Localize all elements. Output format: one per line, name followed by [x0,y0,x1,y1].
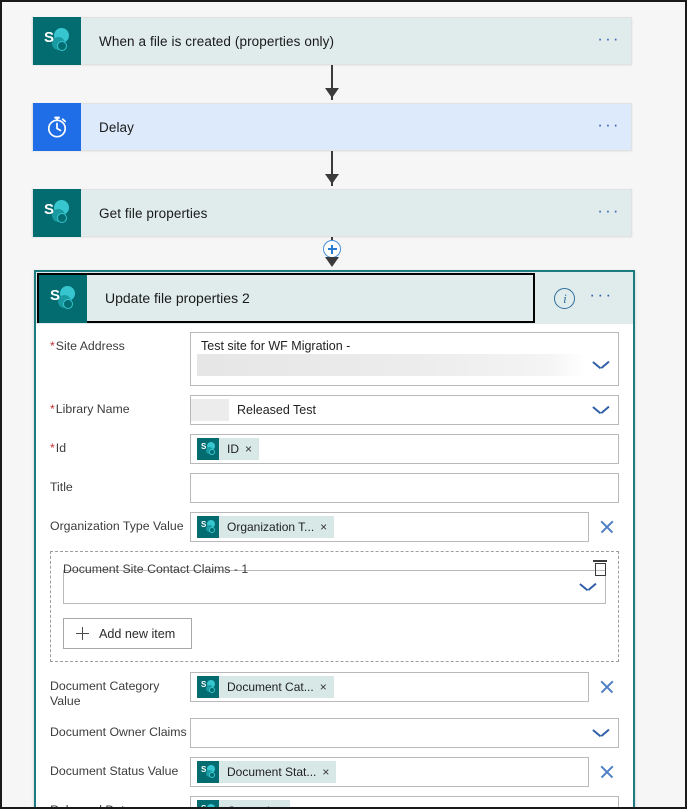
sharepoint-icon: S [197,438,219,460]
field-label-document-status-value: Document Status Value [50,764,179,778]
action-title: Update file properties 2 [105,290,250,306]
sharepoint-icon: S [197,800,219,807]
id-input[interactable]: S ID × [190,434,619,464]
organization-type-value-input[interactable]: S Organization T... × [190,512,589,542]
dynamic-content-token[interactable]: S Document Stat... × [197,761,337,783]
field-label-title: Title [50,480,73,494]
flow-canvas: S When a file is created (properties onl… [2,2,685,807]
site-address-redacted-url [197,354,586,376]
document-status-value-input[interactable]: S Document Stat... × [190,757,589,787]
token-label: Created [219,804,274,807]
document-owner-claims-dropdown[interactable] [190,718,619,748]
action-header-buttons: i ··· [535,272,633,324]
field-label-library-name: *Library Name [50,402,130,416]
step-title: Delay [99,119,135,135]
step-menu-button[interactable]: ··· [587,104,631,150]
flow-step-card-trigger[interactable]: S When a file is created (properties onl… [32,17,632,65]
clear-field-icon[interactable] [599,679,615,695]
info-icon[interactable]: i [554,287,576,309]
required-asterisk: * [50,402,55,416]
form-row-document-owner-claims: Document Owner Claims [50,718,619,748]
connector-arrow-2 [325,174,339,184]
token-remove-icon[interactable]: × [318,521,334,533]
flow-step-card-delay[interactable]: Delay ··· [32,103,632,151]
step-icon-container: S [33,17,81,65]
sharepoint-icon: S [197,761,219,783]
step-menu-button[interactable]: ··· [587,190,631,236]
site-address-dropdown[interactable]: Test site for WF Migration - [190,332,619,386]
action-menu-button[interactable]: ··· [589,285,613,311]
form-row-organization-type-value: Organization Type Value S Organization T… [50,512,619,542]
required-asterisk: * [50,441,55,455]
chevron-down-icon[interactable] [593,406,608,415]
token-label: Organization T... [227,520,315,534]
step-icon-container [33,103,81,151]
connector-arrow-3 [325,257,339,267]
site-address-value: Test site for WF Migration - [201,339,351,353]
released-date-input[interactable]: S Created × [190,796,619,807]
dynamic-content-token[interactable]: S ID × [197,438,260,460]
token-remove-icon[interactable]: × [320,766,336,778]
token-remove-icon[interactable]: × [243,443,259,455]
token-label: ID [227,442,239,456]
form-row-document-category-value: Document Category Value S Document Cat..… [50,672,619,709]
chevron-down-icon[interactable] [593,361,608,370]
flow-step-card-get-file-properties[interactable]: S Get file properties ··· [32,189,632,237]
plus-icon [76,627,89,640]
insert-step-button[interactable] [323,240,341,258]
action-card-header: S Update file properties 2 i ··· [36,272,633,324]
chevron-down-icon[interactable] [580,583,595,592]
clear-field-icon[interactable] [599,519,615,535]
connector-arrow-1 [325,88,339,98]
step-title: When a file is created (properties only) [99,33,335,49]
sharepoint-icon: S [39,275,87,323]
step-icon-container: S [39,275,87,323]
form-row-title: Title [50,473,619,503]
clear-field-icon[interactable] [599,764,615,780]
required-asterisk: * [50,339,55,353]
library-name-dropdown[interactable]: Released Test [190,395,619,425]
library-name-value: Released Test [237,403,316,417]
action-title-focus-region[interactable]: S Update file properties 2 [37,273,535,323]
form-row-released-date: Released Date S Created × [50,796,619,807]
document-category-value-input[interactable]: S Document Cat... × [190,672,589,702]
form-row-id: *Id S ID × [50,434,619,464]
stopwatch-icon [33,103,81,151]
field-label-document-category-value: Document Category Value [50,679,160,708]
token-remove-icon[interactable]: × [318,681,334,693]
form-row-document-status-value: Document Status Value S Document Stat...… [50,757,619,787]
dynamic-content-token[interactable]: S Organization T... × [197,516,335,538]
field-label-document-owner-claims: Document Owner Claims [50,725,187,739]
group-label: Document Site Contact Claims - 1 [63,562,249,576]
selected-action-card[interactable]: S Update file properties 2 i ··· *Site A… [34,270,635,807]
library-name-redacted-prefix [191,399,229,421]
sharepoint-icon: S [197,516,219,538]
step-title: Get file properties [99,205,208,221]
token-label: Document Stat... [227,765,317,779]
flow-designer-page: S When a file is created (properties onl… [0,0,687,809]
dynamic-content-token[interactable]: S Created × [197,800,290,807]
field-label-site-address: *Site Address [50,339,125,353]
sharepoint-icon: S [33,17,81,65]
chevron-down-icon[interactable] [593,729,608,738]
action-card-body: *Site Address Test site for WF Migration… [36,324,633,807]
add-new-item-button[interactable]: Add new item [63,618,193,649]
sharepoint-icon: S [33,189,81,237]
title-input[interactable] [190,473,619,503]
step-menu-button[interactable]: ··· [587,18,631,64]
add-new-item-label: Add new item [99,626,176,641]
dynamic-content-token[interactable]: S Document Cat... × [197,676,334,698]
token-remove-icon[interactable]: × [274,805,290,807]
step-icon-container: S [33,189,81,237]
sharepoint-icon: S [197,676,219,698]
token-label: Document Cat... [227,680,314,694]
form-row-library-name: *Library Name Released Test [50,395,619,425]
repeating-group-document-site-contact-claims: Document Site Contact Claims - 1 Add new… [50,551,619,662]
field-label-released-date: Released Date [50,796,190,807]
field-label-organization-type-value: Organization Type Value [50,519,184,533]
field-label-id: *Id [50,441,67,455]
form-row-site-address: *Site Address Test site for WF Migration… [50,332,619,386]
